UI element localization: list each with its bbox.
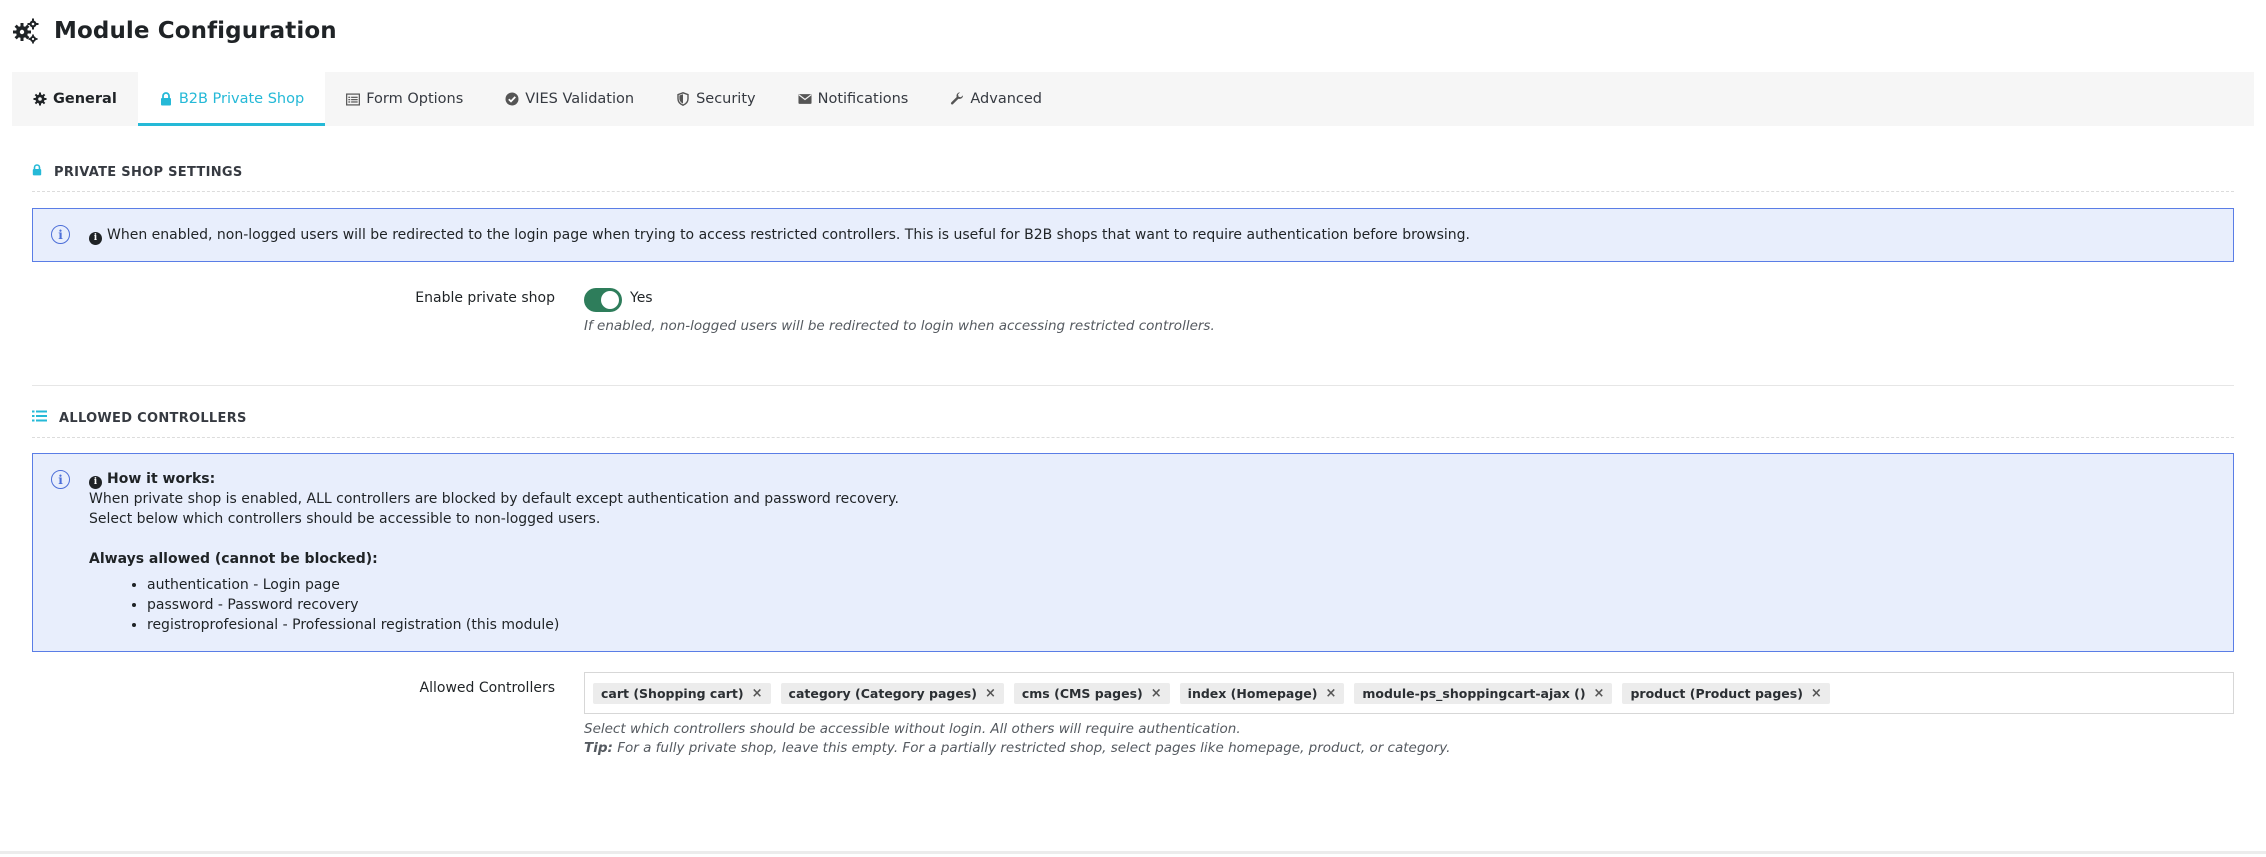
how-it-works-title: How it works: xyxy=(107,471,216,487)
remove-tag-icon[interactable]: × xyxy=(1811,686,1822,701)
controller-tag: cart (Shopping cart) × xyxy=(593,682,771,704)
section-separator xyxy=(32,385,2234,386)
tab-vies-validation[interactable]: VIES Validation xyxy=(484,72,655,126)
tab-label: General xyxy=(53,91,117,107)
allowed-controllers-tip: Tip: For a fully private shop, leave thi… xyxy=(584,740,1450,756)
allowed-controllers-label: Allowed Controllers xyxy=(419,680,555,696)
list-item: password - Password recovery xyxy=(147,595,559,615)
lock-icon xyxy=(32,164,42,180)
controller-tag: index (Homepage) × xyxy=(1179,682,1345,704)
remove-tag-icon[interactable]: × xyxy=(1151,686,1162,701)
tab-label: Notifications xyxy=(817,91,909,107)
list-item: authentication - Login page xyxy=(147,575,559,595)
section-title: PRIVATE SHOP SETTINGS xyxy=(54,164,243,180)
tab-label: Advanced xyxy=(970,91,1042,107)
remove-tag-icon[interactable]: × xyxy=(1325,686,1336,701)
tab-b2b-private-shop[interactable]: B2B Private Shop xyxy=(137,72,326,126)
alert-message: When enabled, non-logged users will be r… xyxy=(107,227,1470,243)
page-header: Module Configuration xyxy=(12,14,337,48)
list-item: registroprofesional - Professional regis… xyxy=(147,615,559,635)
tip-label: Tip: xyxy=(584,740,613,756)
list-icon xyxy=(32,410,47,426)
remove-tag-icon[interactable]: × xyxy=(985,686,996,701)
tab-advanced[interactable]: Advanced xyxy=(929,72,1063,126)
tab-label: Security xyxy=(696,91,756,107)
enable-private-shop-help: If enabled, non-logged users will be red… xyxy=(584,318,1215,334)
remove-tag-icon[interactable]: × xyxy=(752,686,763,701)
envelope-icon xyxy=(798,92,812,106)
shield-icon xyxy=(676,92,690,106)
tab-label: B2B Private Shop xyxy=(178,91,305,107)
info-icon: i xyxy=(89,231,102,245)
tab-general[interactable]: General xyxy=(12,72,138,126)
list-alt-icon xyxy=(346,92,361,106)
divider xyxy=(32,437,2234,438)
remove-tag-icon[interactable]: × xyxy=(1594,686,1605,701)
tab-notifications[interactable]: Notifications xyxy=(777,72,930,126)
enable-private-shop-label: Enable private shop xyxy=(415,290,555,306)
toggle-value-label: Yes xyxy=(630,290,653,306)
controller-tag: product (Product pages) × xyxy=(1622,682,1830,704)
wrench-icon xyxy=(950,92,964,106)
section-private-shop-settings: PRIVATE SHOP SETTINGS xyxy=(32,164,243,180)
tab-label: VIES Validation xyxy=(525,91,635,107)
allowed-controllers-select[interactable]: cart (Shopping cart) × category (Category… xyxy=(584,672,2234,714)
divider xyxy=(32,191,2234,192)
page-bottom-border xyxy=(0,851,2266,854)
cogs-icon xyxy=(12,17,40,45)
section-allowed-controllers: ALLOWED CONTROLLERS xyxy=(32,410,247,426)
info-alert-how-it-works: i i How it works: When private shop is en… xyxy=(32,453,2234,652)
info-icon: i xyxy=(89,475,102,489)
lock-icon xyxy=(159,92,173,106)
always-allowed-list: authentication - Login page password - P… xyxy=(129,575,559,635)
how-it-works-line-2: Select below which controllers should be… xyxy=(89,511,601,527)
controller-tag: cms (CMS pages) × xyxy=(1013,682,1170,704)
page-title: Module Configuration xyxy=(54,18,337,44)
gear-icon xyxy=(33,92,47,106)
always-allowed-title: Always allowed (cannot be blocked): xyxy=(89,551,378,567)
tabs-bar: General B2B Private Shop Form Options VI… xyxy=(12,72,2254,126)
section-title: ALLOWED CONTROLLERS xyxy=(59,410,247,426)
tip-text: For a fully private shop, leave this emp… xyxy=(617,740,1451,756)
info-alert-private-shop: i i When enabled, non-logged users will b… xyxy=(32,208,2234,262)
tab-label: Form Options xyxy=(366,91,464,107)
enable-private-shop-toggle[interactable] xyxy=(584,288,622,312)
how-it-works-line-1: When private shop is enabled, ALL contro… xyxy=(89,491,899,507)
controller-tag: module-ps_shoppingcart-ajax () × xyxy=(1354,682,1613,704)
controller-tag: category (Category pages) × xyxy=(780,682,1004,704)
check-circle-icon xyxy=(505,92,519,106)
allowed-controllers-help: Select which controllers should be acces… xyxy=(584,721,1241,737)
tab-security[interactable]: Security xyxy=(655,72,777,126)
info-circle-icon: i xyxy=(51,225,70,244)
tab-form-options[interactable]: Form Options xyxy=(325,72,484,126)
info-circle-icon: i xyxy=(51,470,70,489)
